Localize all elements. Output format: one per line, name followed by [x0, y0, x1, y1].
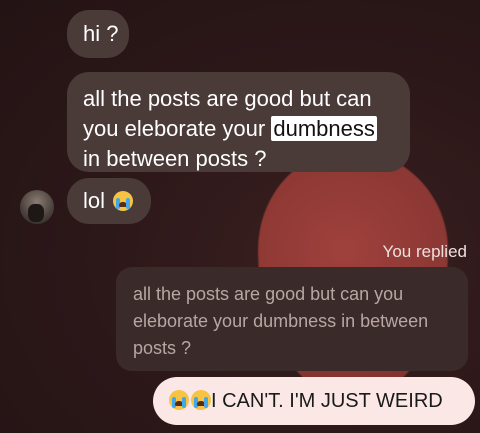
message-text: hi ? — [83, 21, 119, 46]
quoted-message[interactable]: all the posts are good but can you elebo… — [116, 267, 468, 371]
crying-face-icon — [169, 390, 189, 410]
highlighted-word: dumbness — [271, 116, 377, 141]
sender-avatar[interactable] — [20, 190, 54, 224]
incoming-message-bubble[interactable]: lol — [67, 178, 151, 224]
incoming-message-bubble[interactable]: all the posts are good but can you elebo… — [67, 72, 410, 172]
message-text: lol — [83, 188, 106, 213]
message-text: I CAN'T. I'M JUST WEIRD — [211, 390, 443, 412]
avatar-figure — [28, 204, 44, 222]
reply-status-label: You replied — [382, 242, 467, 261]
outgoing-message-bubble[interactable]: I CAN'T. I'M JUST WEIRD — [153, 377, 475, 425]
crying-face-icon — [113, 191, 134, 211]
message-text: in between posts ? — [83, 146, 267, 171]
crying-face-icon — [191, 390, 211, 410]
incoming-message-bubble[interactable]: hi ? — [67, 10, 129, 58]
